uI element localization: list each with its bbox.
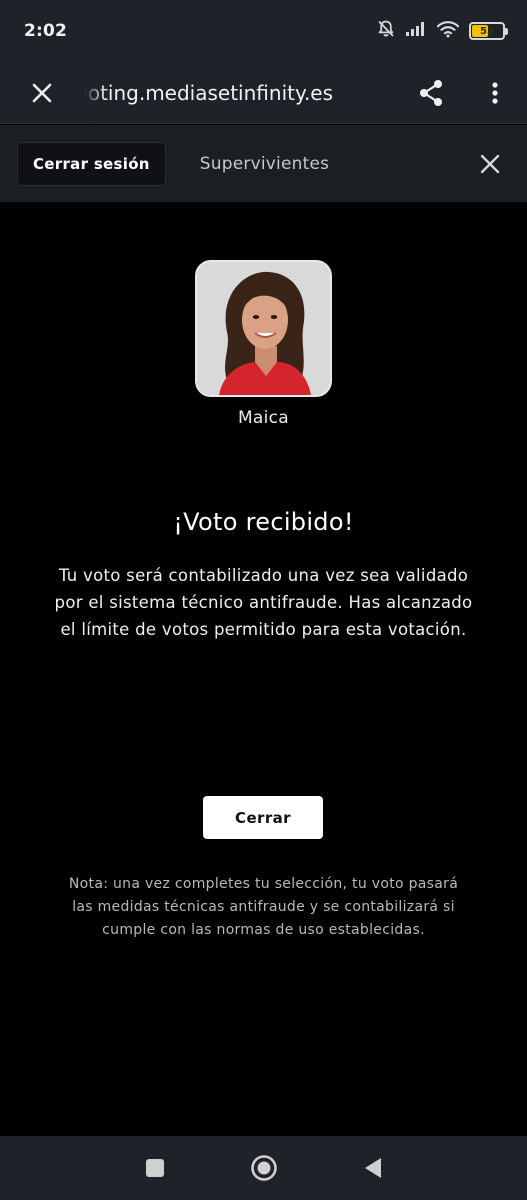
url-bar[interactable]: voting.mediasetinfinity.es [84,61,399,124]
browser-toolbar: voting.mediasetinfinity.es [0,61,527,124]
recents-button[interactable] [125,1138,185,1198]
system-nav-bar [0,1136,527,1200]
battery-level: 53 [480,25,494,37]
bell-muted-icon [376,19,396,43]
candidate-avatar [195,260,332,397]
recents-icon [145,1159,164,1177]
vote-confirmation-panel: Maica ¡Voto recibido! Tu voto será conta… [0,202,527,1136]
url-fade [84,61,106,124]
confirmation-message: Tu voto será contabilizado una vez sea v… [54,566,473,639]
confirmation-title: ¡Voto recibido! [173,508,354,536]
signal-icon [405,21,427,41]
status-icons: 53 [376,19,508,43]
wifi-icon [436,20,460,42]
program-title: Supervivientes [199,153,330,174]
close-icon [32,83,52,102]
back-button[interactable] [343,1138,403,1198]
note-text: Nota: una vez completes tu selección, tu… [68,876,459,938]
candidate-name: Maica [237,408,290,428]
battery-icon: 53 [469,22,508,40]
home-button[interactable] [234,1138,294,1198]
voting-header: Cerrar sesión Supervivientes [0,125,527,202]
share-icon [420,79,442,106]
more-vert-icon [492,81,498,104]
browser-close-button[interactable] [0,62,84,124]
home-icon [250,1155,277,1181]
share-button[interactable] [399,62,463,124]
status-time: 2:02 [24,21,68,41]
logout-button[interactable]: Cerrar sesión [17,141,166,186]
url-text: voting.mediasetinfinity.es [84,80,334,105]
header-close-button[interactable] [453,125,527,202]
status-bar: 2:02 53 [0,0,527,62]
close-icon [480,154,500,173]
more-options-button[interactable] [463,62,527,124]
close-button[interactable]: Cerrar [203,796,323,839]
back-icon [364,1158,381,1178]
